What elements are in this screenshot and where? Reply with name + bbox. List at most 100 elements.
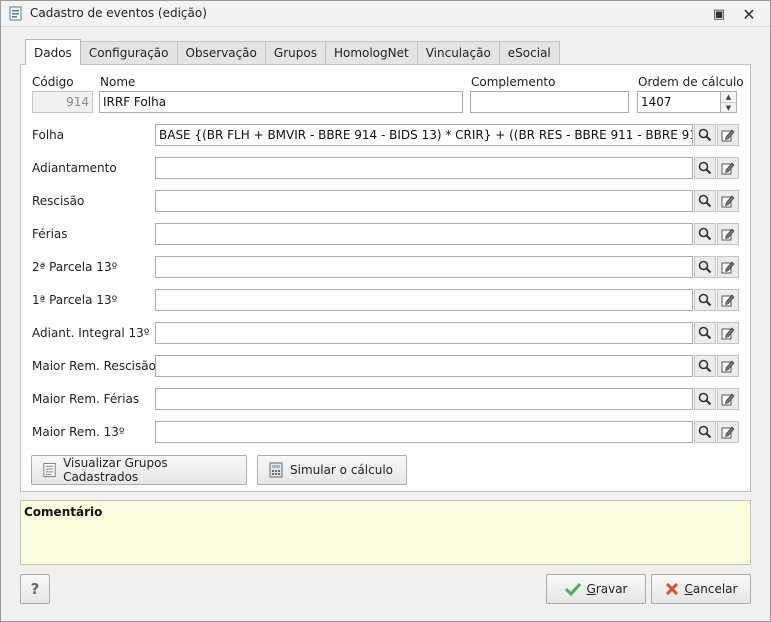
formula-field-adiant-integral-13[interactable] <box>155 322 693 344</box>
search-icon <box>698 293 712 307</box>
row-label: Maior Rem. Férias <box>32 392 140 406</box>
row-label: Folha <box>32 128 65 142</box>
comment-area[interactable]: Comentário <box>20 500 751 565</box>
edit-icon <box>721 228 735 241</box>
dados-panel: Código 914 Nome IRRF Folha Complemento O… <box>20 64 751 492</box>
search-button[interactable] <box>694 355 716 377</box>
edit-button[interactable] <box>717 157 739 179</box>
edit-icon <box>721 261 735 274</box>
event-registration-window: Cadastro de eventos (edição) ▣ ✕ Dados C… <box>0 0 771 622</box>
cancelar-label: Cancelar <box>685 582 738 596</box>
row-label: Adiantamento <box>32 161 117 175</box>
tab-vinculacao[interactable]: Vinculação <box>416 41 500 65</box>
edit-button[interactable] <box>717 322 739 344</box>
cancelar-rest: ancelar <box>692 582 738 596</box>
edit-icon <box>721 327 735 340</box>
window-title: Cadastro de eventos (edição) <box>30 6 207 20</box>
search-icon <box>698 260 712 274</box>
search-icon <box>698 392 712 406</box>
cancelar-button[interactable]: Cancelar <box>651 574 751 604</box>
formula-field-maior-rem-ferias[interactable] <box>155 388 693 410</box>
codigo-field: 914 <box>32 91 93 113</box>
edit-icon <box>721 426 735 439</box>
list-icon <box>43 462 56 478</box>
visualizar-grupos-label: Visualizar Grupos Cadastrados <box>63 456 168 484</box>
codigo-label: Código <box>32 75 74 89</box>
simular-calculo-button[interactable]: Simular o cálculo <box>257 455 407 485</box>
gravar-label: Gravar <box>587 582 628 596</box>
tab-observacao[interactable]: Observação <box>176 41 266 65</box>
edit-icon <box>721 195 735 208</box>
row-label: Rescisão <box>32 194 85 208</box>
close-icon <box>665 582 678 596</box>
spin-up-icon[interactable]: ▲ <box>721 92 736 103</box>
search-icon <box>698 425 712 439</box>
complemento-field[interactable] <box>470 91 629 113</box>
edit-button[interactable] <box>717 124 739 146</box>
ordem-calculo-label: Ordem de cálculo <box>638 75 744 89</box>
formula-field-2a-parcela-13[interactable] <box>155 256 693 278</box>
search-button[interactable] <box>694 223 716 245</box>
spin-down-icon[interactable]: ▼ <box>721 103 736 113</box>
tab-grupos[interactable]: Grupos <box>264 41 326 65</box>
row-label: 2ª Parcela 13º <box>32 260 118 274</box>
search-icon <box>698 128 712 142</box>
tab-dados[interactable]: Dados <box>25 39 81 65</box>
formula-field-rescisao[interactable] <box>155 190 693 212</box>
search-icon <box>698 194 712 208</box>
formula-field-maior-rem-rescisao[interactable] <box>155 355 693 377</box>
tab-configuracao[interactable]: Configuração <box>79 41 178 65</box>
formula-field-maior-rem-13[interactable] <box>155 421 693 443</box>
tab-bar: Dados Configuração Observação Grupos Hom… <box>25 39 560 65</box>
search-button[interactable] <box>694 190 716 212</box>
comment-label: Comentário <box>24 505 103 519</box>
nome-field[interactable]: IRRF Folha <box>99 91 463 113</box>
search-button[interactable] <box>694 124 716 146</box>
gravar-button[interactable]: Gravar <box>546 574 646 604</box>
visualizar-grupos-button[interactable]: Visualizar Grupos Cadastrados <box>31 455 247 485</box>
gravar-accel: G <box>586 582 596 596</box>
edit-icon <box>721 294 735 307</box>
calculator-icon <box>269 462 283 478</box>
nome-label: Nome <box>100 75 136 89</box>
row-label: Maior Rem. Rescisão <box>32 359 156 373</box>
gravar-rest: ravar <box>595 582 628 596</box>
simular-calculo-label: Simular o cálculo <box>290 463 394 477</box>
row-label: Maior Rem. 13º <box>32 425 125 439</box>
edit-button[interactable] <box>717 256 739 278</box>
search-icon <box>698 161 712 175</box>
close-window-button[interactable]: ✕ <box>739 4 759 24</box>
ordem-calculo-field[interactable]: 1407 <box>637 91 721 113</box>
tab-esocial[interactable]: eSocial <box>498 41 560 65</box>
search-button[interactable] <box>694 289 716 311</box>
edit-button[interactable] <box>717 289 739 311</box>
app-icon <box>8 6 24 22</box>
search-button[interactable] <box>694 256 716 278</box>
row-label: 1ª Parcela 13º <box>32 293 118 307</box>
edit-icon <box>721 129 735 142</box>
formula-field-adiantamento[interactable] <box>155 157 693 179</box>
title-bar: Cadastro de eventos (edição) ▣ ✕ <box>1 1 770 27</box>
row-label: Férias <box>32 227 68 241</box>
help-button[interactable]: ? <box>20 574 50 604</box>
ordem-calculo-spinner[interactable]: ▲ ▼ <box>721 91 737 113</box>
search-button[interactable] <box>694 421 716 443</box>
restore-button[interactable]: ▣ <box>709 4 729 24</box>
edit-button[interactable] <box>717 190 739 212</box>
edit-icon <box>721 360 735 373</box>
check-icon <box>564 582 581 596</box>
search-button[interactable] <box>694 388 716 410</box>
complemento-label: Complemento <box>471 75 556 89</box>
tab-homolognet[interactable]: HomologNet <box>324 41 418 65</box>
search-button[interactable] <box>694 322 716 344</box>
formula-field-ferias[interactable] <box>155 223 693 245</box>
formula-field-1a-parcela-13[interactable] <box>155 289 693 311</box>
search-icon <box>698 227 712 241</box>
edit-button[interactable] <box>717 355 739 377</box>
edit-button[interactable] <box>717 388 739 410</box>
row-label: Adiant. Integral 13º <box>32 326 150 340</box>
search-button[interactable] <box>694 157 716 179</box>
edit-button[interactable] <box>717 421 739 443</box>
formula-field-folha[interactable]: BASE {(BR FLH + BMVIR - BBRE 914 - BIDS … <box>155 124 693 146</box>
edit-button[interactable] <box>717 223 739 245</box>
